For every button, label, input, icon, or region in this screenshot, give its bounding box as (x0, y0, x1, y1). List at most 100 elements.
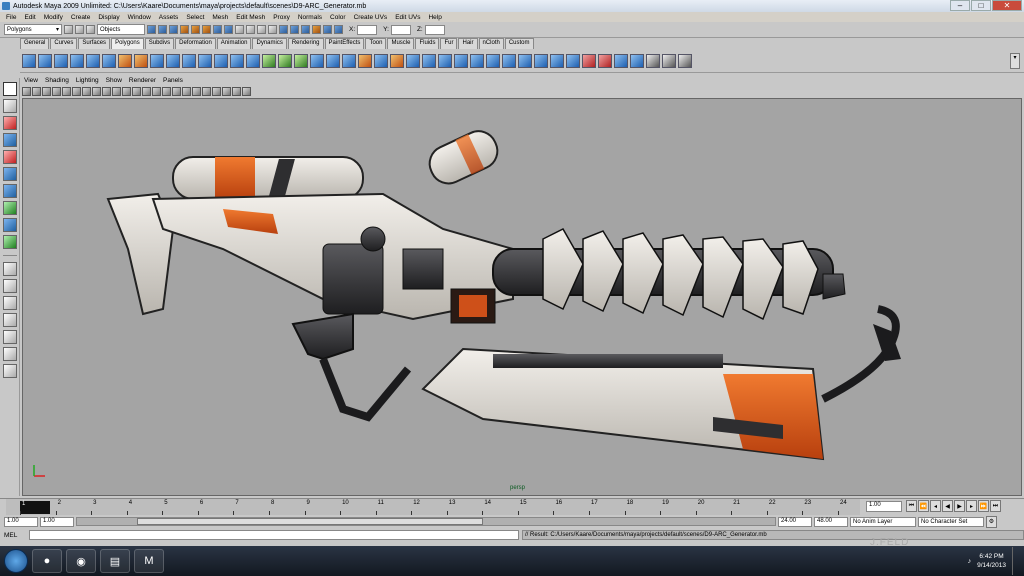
gate-mask-icon[interactable] (102, 87, 111, 96)
z-field[interactable] (424, 24, 445, 35)
poly-helix-icon[interactable] (166, 53, 180, 68)
shelf-tab-subdivs[interactable]: Subdivs (144, 38, 175, 49)
uv-texture-editor-icon[interactable] (614, 53, 628, 68)
triangulate-icon[interactable] (502, 53, 516, 68)
menu-edit[interactable]: Edit (24, 14, 35, 21)
poly-pipe-icon[interactable] (150, 53, 164, 68)
panel-menu-lighting[interactable]: Lighting (76, 77, 99, 84)
shelf-tab-custom[interactable]: Custom (504, 38, 534, 49)
shelf-menu-icon[interactable]: ▾ (1010, 53, 1020, 69)
split-polygon-icon[interactable] (406, 53, 420, 68)
xray-joints-icon[interactable] (232, 87, 241, 96)
insert-edge-loop-icon[interactable] (422, 53, 436, 68)
render-settings-icon[interactable] (268, 25, 277, 34)
channel-box-icon[interactable] (279, 25, 288, 34)
playback-start-field[interactable]: 1.00 (40, 516, 74, 527)
ipr-render-icon[interactable] (257, 25, 266, 34)
shelf-tab-dynamics[interactable]: Dynamics (252, 38, 287, 49)
speaker-icon[interactable]: ♪ (968, 558, 972, 565)
snap-point-icon[interactable] (202, 25, 211, 34)
2d-pan-zoom-icon[interactable] (62, 87, 71, 96)
menu-help[interactable]: Help (428, 14, 441, 21)
tool-settings-icon[interactable] (301, 25, 310, 34)
quadrangulate-icon[interactable] (518, 53, 532, 68)
menuset-dropdown[interactable]: Polygons ▾ (4, 24, 62, 35)
minimize-button[interactable]: – (950, 0, 970, 11)
persp-outliner-layout-icon[interactable] (2, 296, 17, 310)
mel-label[interactable]: MEL (4, 532, 26, 539)
perspective-viewport[interactable]: persp (22, 98, 1022, 496)
isolate-select-icon[interactable] (212, 87, 221, 96)
anim-layer-dropdown[interactable]: No Anim Layer (850, 516, 916, 527)
smooth-proxy-icon[interactable] (662, 53, 676, 68)
shelf-tab-hair[interactable]: Hair (458, 38, 478, 49)
bridge-icon[interactable] (358, 53, 372, 68)
shelf-tab-deformation[interactable]: Deformation (175, 38, 216, 49)
attribute-editor-icon[interactable] (290, 25, 299, 34)
step-forward-frame-icon[interactable]: ▸ (966, 500, 977, 512)
hypershade-layout-icon[interactable] (2, 330, 17, 344)
four-view-layout-icon[interactable] (2, 279, 17, 293)
notepad-taskbar-icon[interactable]: ▤ (100, 549, 130, 573)
universal-manipulator-icon[interactable] (2, 184, 17, 198)
shelf-tab-polygons[interactable]: Polygons (111, 38, 144, 49)
boolean-intersection-icon[interactable] (294, 53, 308, 68)
poly-soccerball-icon[interactable] (182, 53, 196, 68)
poly-prism-icon[interactable] (118, 53, 132, 68)
show-desktop-button[interactable] (1012, 547, 1020, 575)
end-time-field[interactable]: 48.00 (814, 516, 848, 527)
menu-edit-uvs[interactable]: Edit UVs (395, 14, 420, 21)
menu-normals[interactable]: Normals (298, 14, 322, 21)
rotate-tool-icon[interactable] (2, 150, 17, 164)
reverse-normals-icon[interactable] (534, 53, 548, 68)
backface-culling-icon[interactable] (242, 87, 251, 96)
select-object-icon[interactable] (158, 25, 167, 34)
save-scene-icon[interactable] (86, 25, 95, 34)
wireframe-icon[interactable] (142, 87, 151, 96)
menu-create-uvs[interactable]: Create UVs (354, 14, 388, 21)
select-hierarchy-icon[interactable] (147, 25, 156, 34)
play-backwards-icon[interactable]: ◀ (942, 500, 953, 512)
character-set-dropdown[interactable]: No Character Set (918, 516, 984, 527)
current-frame-field[interactable]: 1.00 (866, 501, 902, 512)
append-polygon-icon[interactable] (374, 53, 388, 68)
panel-menu-show[interactable]: Show (106, 77, 122, 84)
shadows-icon[interactable] (192, 87, 201, 96)
shelf-tab-curves[interactable]: Curves (50, 38, 78, 49)
shelf-tab-painteffects[interactable]: PaintEffects (324, 38, 365, 49)
step-back-frame-icon[interactable]: ◂ (930, 500, 941, 512)
menu-edit-mesh[interactable]: Edit Mesh (236, 14, 265, 21)
safe-action-icon[interactable] (122, 87, 131, 96)
poly-torus-icon[interactable] (102, 53, 116, 68)
merge-vertices-icon[interactable] (470, 53, 484, 68)
maximize-button[interactable]: □ (971, 0, 991, 11)
shelf-tab-surfaces[interactable]: Surfaces (78, 38, 111, 49)
mel-input[interactable] (29, 530, 519, 540)
time-slider-track[interactable]: 1 2 3 4 5 6 7 8 9 10 11 12 13 14 15 16 17 18 19 20 21 22 23 24 (6, 499, 860, 516)
poly-plane-icon[interactable] (86, 53, 100, 68)
boolean-difference-icon[interactable] (278, 53, 292, 68)
wireframe-on-shaded-icon[interactable] (162, 87, 171, 96)
camera-attributes-icon[interactable] (32, 87, 41, 96)
playback-end-field[interactable]: 24.00 (778, 516, 812, 527)
y-field[interactable] (390, 24, 411, 35)
image-plane-icon[interactable] (52, 87, 61, 96)
paint-selection-icon[interactable] (646, 53, 660, 68)
xray-icon[interactable] (222, 87, 231, 96)
selection-mode-dropdown[interactable]: Objects (97, 24, 145, 35)
transfer-attributes-icon[interactable] (630, 53, 644, 68)
shelf-tab-fluids[interactable]: Fluids (415, 38, 440, 49)
menu-window[interactable]: Window (128, 14, 151, 21)
snap-grid-icon[interactable] (180, 25, 189, 34)
panel-menu-shading[interactable]: Shading (45, 77, 69, 84)
absolute-transform-icon[interactable] (334, 25, 343, 34)
range-slider-thumb[interactable] (137, 518, 483, 525)
maya-taskbar-icon[interactable]: M (134, 549, 164, 573)
textured-icon[interactable] (172, 87, 181, 96)
go-to-start-icon[interactable]: ⏮ (906, 500, 917, 512)
go-to-end-icon[interactable]: ⏭ (990, 500, 1001, 512)
select-tool-icon[interactable] (2, 82, 17, 96)
grid-icon[interactable] (72, 87, 81, 96)
offset-edge-loop-icon[interactable] (438, 53, 452, 68)
shelf-tab-animation[interactable]: Animation (216, 38, 252, 49)
